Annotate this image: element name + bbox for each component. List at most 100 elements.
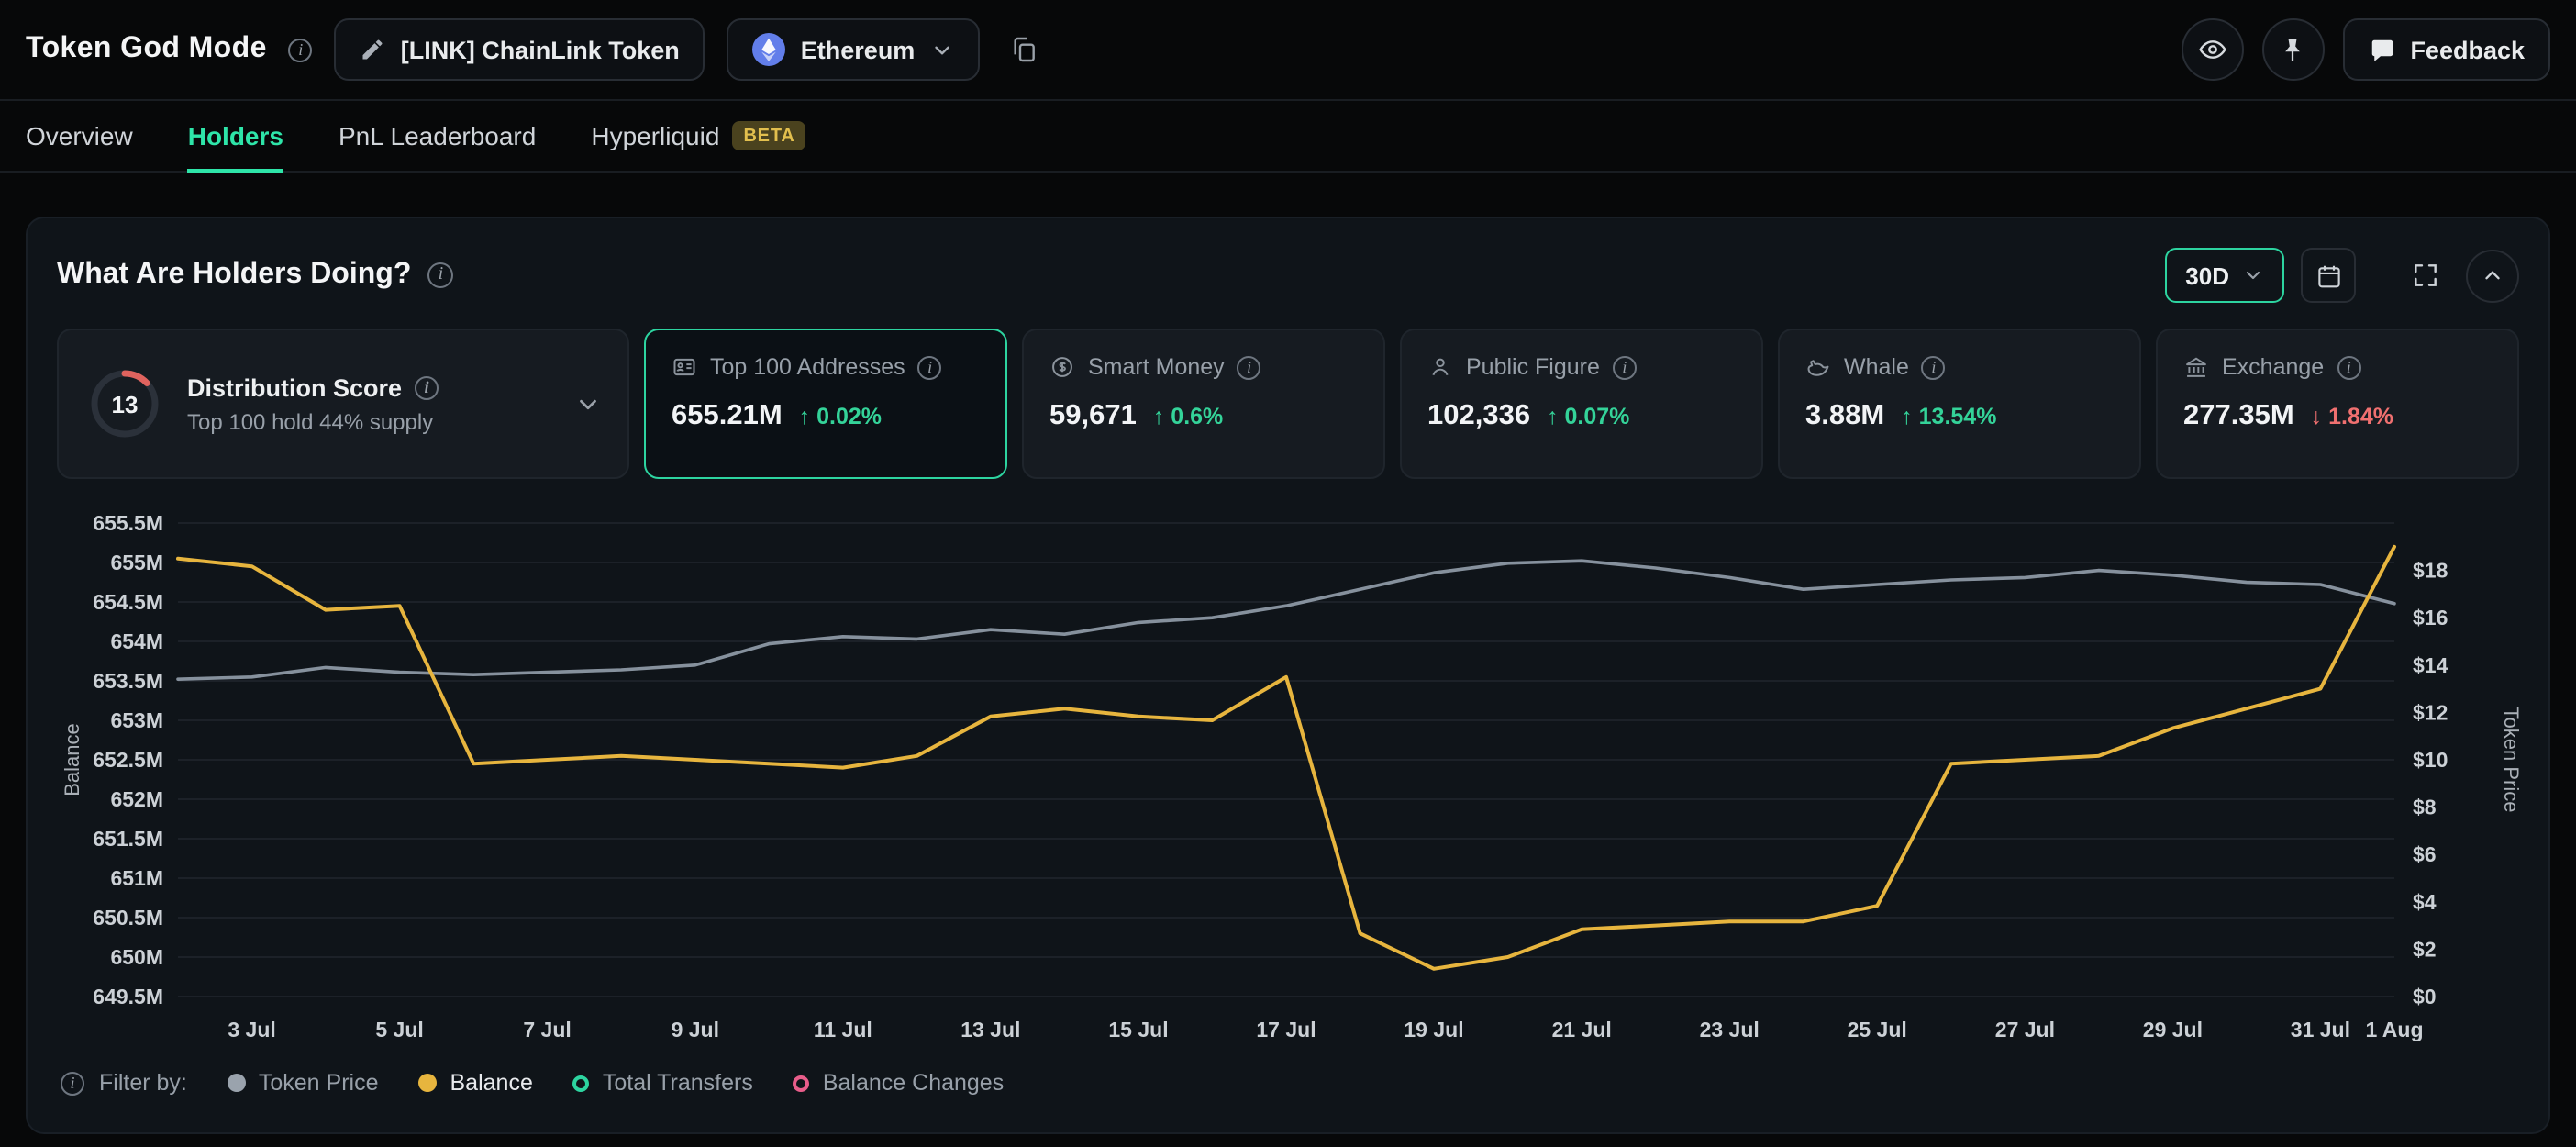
copy-address-button[interactable] [1001,28,1045,72]
fullscreen-button[interactable] [2402,251,2449,299]
y-axis-right-tick: $18 [2413,559,2448,583]
distribution-score-label: Distribution Score [187,373,402,401]
tab-overview[interactable]: Overview [26,101,133,171]
x-axis-tick: 5 Jul [375,1018,423,1041]
feedback-button[interactable]: Feedback [2342,18,2550,81]
y-axis-left-tick: 653.5M [93,669,163,693]
eye-icon [2197,35,2226,64]
stat-value-row: 102,336↑ 0.07% [1427,400,1736,433]
legend-dot [794,1075,810,1091]
info-icon[interactable]: i [918,355,942,379]
page-title: Token God Mode [26,33,267,66]
stat-card-public-figure[interactable]: Public Figurei102,336↑ 0.07% [1400,329,1763,479]
app: Token God Mode i [LINK] ChainLink Token … [0,0,2576,1147]
panel-title: What Are Holders Doing? [57,259,411,292]
collapse-button[interactable] [2466,249,2519,302]
topbar: Token God Mode i [LINK] ChainLink Token … [0,0,2576,99]
y-axis-right-tick: $10 [2413,748,2448,772]
legend-label: Token Price [259,1070,379,1096]
tab-holders[interactable]: Holders [188,101,283,171]
info-icon[interactable]: i [2337,355,2360,379]
stat-change: ↑ 0.02% [799,404,882,429]
panel-title-wrap: What Are Holders Doing? i [57,259,453,292]
legend-item-total-transfers[interactable]: Total Transfers [573,1070,753,1096]
topbar-left: Token God Mode i [LINK] ChainLink Token … [26,18,1045,81]
tab-pnl-leaderboard[interactable]: PnL Leaderboard [339,101,536,171]
chevron-down-icon [929,38,953,61]
legend-label: Total Transfers [603,1070,753,1096]
y-axis-left-tick: 651M [110,866,163,890]
x-axis-tick: 31 Jul [2291,1018,2350,1041]
pin-icon [2279,36,2306,63]
y-axis-left-tick: 653M [110,708,163,732]
legend-dot [573,1075,590,1091]
x-axis-tick: 9 Jul [672,1018,719,1041]
calendar-icon [2315,262,2342,289]
token-selector[interactable]: [LINK] ChainLink Token [335,18,705,81]
distribution-score-subtitle: Top 100 hold 44% supply [187,408,439,434]
feedback-label: Feedback [2410,36,2525,63]
info-icon[interactable]: i [289,38,313,61]
stat-label-row: Exchange i [2183,354,2492,380]
legend-label: Balance [450,1070,533,1096]
chain-selector[interactable]: Ethereum [727,18,980,81]
x-axis-tick: 11 Jul [814,1018,872,1041]
stat-value-row: 59,671↑ 0.6% [1049,400,1358,433]
whale-icon [1805,354,1831,380]
info-icon[interactable]: i [415,375,439,399]
y-axis-right-tick: $14 [2413,653,2448,677]
legend-item-token-price[interactable]: Token Price [228,1070,379,1096]
right-axis-title: Token Price [2500,707,2523,813]
info-icon[interactable]: i [61,1071,84,1095]
range-selector-label: 30D [2185,262,2229,289]
chevron-up-icon [2481,263,2504,287]
distribution-score-text: Distribution Score i Top 100 hold 44% su… [187,373,439,434]
distribution-score-gauge: 13 [84,363,165,444]
legend-dot [228,1074,246,1092]
x-axis-tick: 25 Jul [1848,1018,1907,1041]
copy-icon [1008,35,1038,64]
stat-label: Smart Money [1088,354,1225,380]
stat-card-exchange[interactable]: Exchange i 277.35M↓ 1.84% [2156,329,2519,479]
tab-bar: Overview Holders PnL Leaderboard Hyperliqui… [0,99,2576,173]
info-icon[interactable]: i [1922,355,1946,379]
fullscreen-icon [2411,261,2440,290]
chevron-down-icon [2242,264,2264,286]
chart-canvas: 655.5M655M654.5M654M653.5M653M652.5M652M… [57,501,2523,1052]
distribution-score-card[interactable]: 13 Distribution Score i Top 100 hold 44%… [57,329,629,479]
y-axis-left-tick: 655M [110,551,163,574]
stat-card-smart-money[interactable]: Smart Money i 59,671↑ 0.6% [1022,329,1385,479]
info-icon[interactable]: i [427,262,453,288]
range-selector[interactable]: 30D [2165,248,2284,303]
person-icon [1427,354,1453,380]
tab-label: Overview [26,121,133,150]
x-axis-tick: 3 Jul [228,1018,275,1041]
tab-label: Hyperliquid [591,121,719,150]
legend-item-balance[interactable]: Balance [419,1070,533,1096]
stat-value-row: 277.35M↓ 1.84% [2183,400,2492,433]
stat-label: Exchange [2222,354,2324,380]
beta-badge: BETA [732,121,805,150]
chevron-down-icon[interactable] [574,390,602,418]
x-axis-tick: 19 Jul [1404,1018,1463,1041]
holders-panel: What Are Holders Doing? i 30D [26,217,2550,1134]
x-axis-tick: 23 Jul [1700,1018,1760,1041]
pin-button[interactable] [2261,18,2324,81]
y-axis-right-tick: $16 [2413,606,2448,629]
stat-label-row: Top 100 Addressesi [672,354,980,380]
stat-card-whale[interactable]: Whalei3.88M↑ 13.54% [1778,329,2141,479]
stat-value: 655.21M [672,400,783,433]
legend-item-balance-changes[interactable]: Balance Changes [794,1070,1004,1096]
y-axis-left-tick: 650M [110,945,163,969]
info-icon[interactable]: i [1238,355,1261,379]
stat-value: 102,336 [1427,400,1530,433]
y-axis-right-tick: $0 [2413,985,2437,1008]
coin-icon [1049,354,1075,380]
stat-card-top-100-addresses[interactable]: Top 100 Addressesi 655.21M ↑ 0.02% [644,329,1007,479]
tab-hyperliquid[interactable]: Hyperliquid BETA [591,101,805,171]
watchlist-button[interactable] [2181,18,2243,81]
stat-change: ↑ 13.54% [1901,404,1996,429]
info-icon[interactable]: i [1613,355,1637,379]
y-axis-left-tick: 654.5M [93,590,163,614]
calendar-button[interactable] [2301,248,2356,303]
